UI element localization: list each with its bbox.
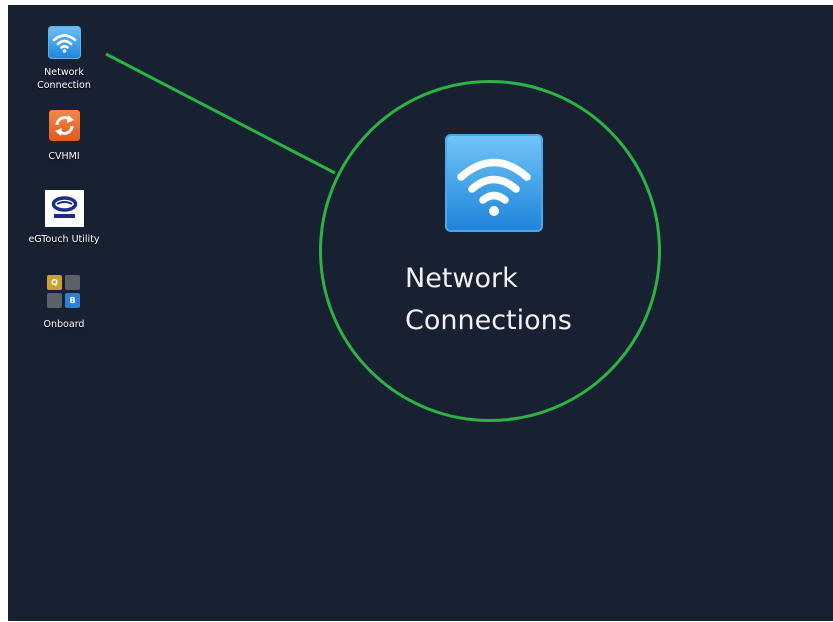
desktop-icon-label: Onboard	[43, 319, 85, 330]
desktop-icon-network-connection[interactable]: Network Connection	[22, 26, 106, 92]
refresh-icon	[48, 110, 80, 141]
desktop-icon-label: eGTouch Utility	[28, 234, 100, 245]
keyboard-icon: Q B	[47, 275, 81, 309]
egtouch-logo-icon	[44, 190, 84, 227]
desktop-icon-label: Network Connection	[37, 67, 91, 91]
wifi-icon	[445, 134, 543, 232]
zoom-label-line-1: Network	[405, 263, 518, 294]
desktop-icon-egtouch-utility[interactable]: eGTouch Utility	[22, 190, 106, 246]
zoom-highlight-circle	[319, 80, 661, 422]
desktop-icon-onboard[interactable]: Q B Onboard	[22, 275, 106, 331]
zoom-label-line-2: Connections	[405, 305, 572, 336]
desktop-icon-label: CVHMI	[48, 151, 80, 162]
wifi-icon	[47, 26, 81, 59]
zoom-label: Network Connections	[405, 258, 572, 342]
desktop-icon-cvhmi[interactable]: CVHMI	[22, 110, 106, 163]
